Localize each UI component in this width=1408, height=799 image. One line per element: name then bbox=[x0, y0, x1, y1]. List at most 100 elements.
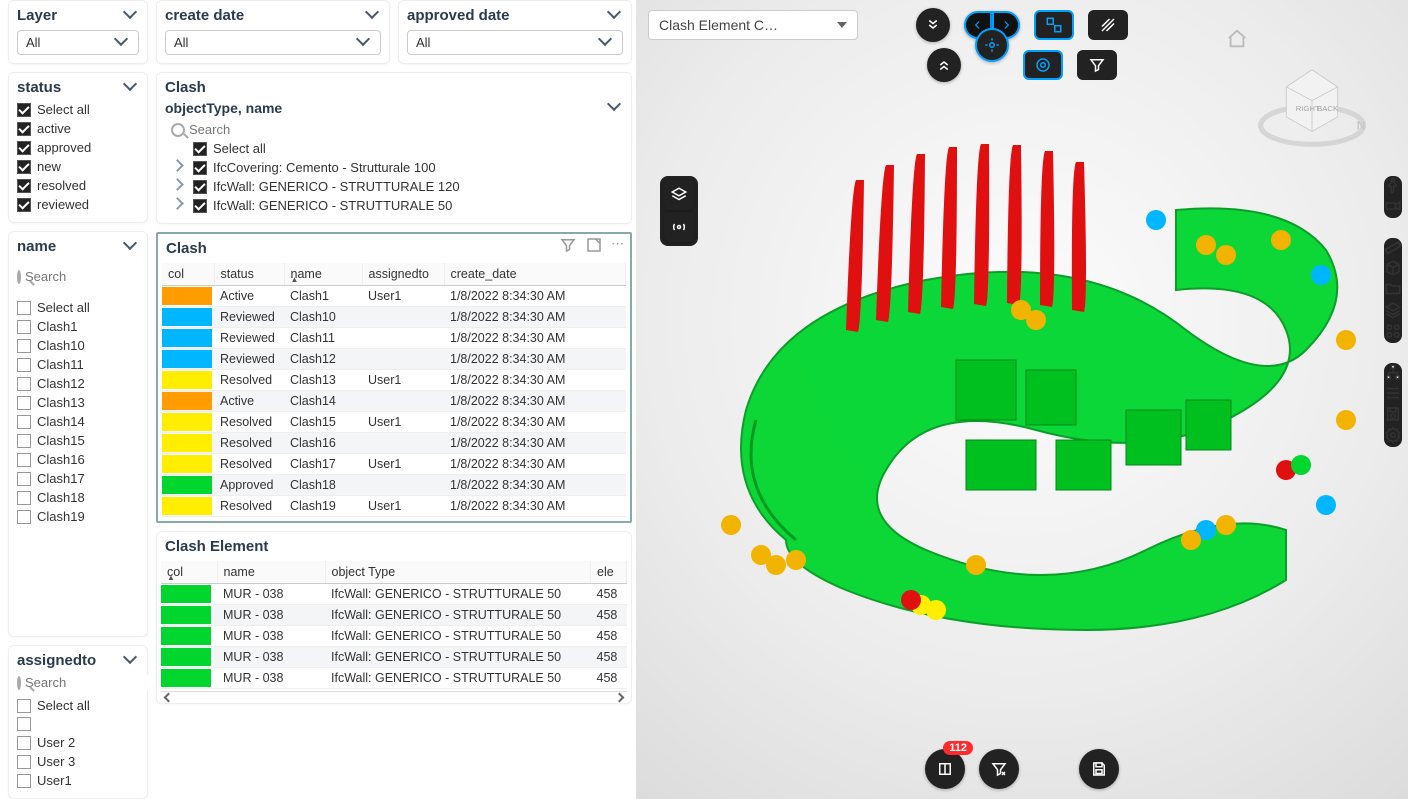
checklist-item[interactable]: Clash17 bbox=[17, 469, 139, 488]
table-row[interactable]: MUR - 038IfcWall: GENERICO - STRUTTURALE… bbox=[161, 605, 627, 626]
checklist-item[interactable]: Clash19 bbox=[17, 507, 139, 526]
checkbox[interactable] bbox=[17, 717, 31, 731]
clash-filter-search-input[interactable] bbox=[189, 122, 623, 137]
camera-button[interactable] bbox=[1384, 197, 1402, 218]
checkbox[interactable] bbox=[17, 122, 31, 136]
chevron-right-icon[interactable] bbox=[173, 199, 187, 213]
create-date-select[interactable]: All bbox=[165, 30, 381, 55]
checklist-item[interactable]: Clash1 bbox=[17, 317, 139, 336]
column-header[interactable]: name bbox=[217, 561, 325, 584]
layer-title-row[interactable]: Layer bbox=[17, 7, 139, 24]
checkbox[interactable] bbox=[17, 415, 31, 429]
column-header[interactable]: assignedto bbox=[362, 263, 444, 286]
checkbox[interactable] bbox=[17, 510, 31, 524]
table-row[interactable]: MUR - 038IfcWall: GENERICO - STRUTTURALE… bbox=[161, 626, 627, 647]
approved-date-select[interactable]: All bbox=[407, 30, 623, 55]
filter-button[interactable] bbox=[1077, 50, 1117, 80]
collapse-down-button[interactable] bbox=[916, 8, 950, 42]
column-header[interactable]: object Type bbox=[325, 561, 591, 584]
hatch-button[interactable] bbox=[1088, 10, 1128, 40]
checkbox[interactable] bbox=[193, 180, 207, 194]
checkbox[interactable] bbox=[193, 161, 207, 175]
table-row[interactable]: ReviewedClash111/8/2022 8:34:30 AM bbox=[162, 328, 626, 349]
save-button[interactable] bbox=[1079, 749, 1119, 789]
layer-select[interactable]: All bbox=[17, 30, 139, 55]
checkbox[interactable] bbox=[17, 774, 31, 788]
viewer-dropdown[interactable]: Clash Element C… bbox=[648, 10, 858, 40]
isolate-button[interactable] bbox=[1034, 10, 1074, 40]
home-icon[interactable] bbox=[1226, 28, 1248, 53]
checklist-item[interactable]: Clash15 bbox=[17, 431, 139, 450]
checkbox[interactable] bbox=[17, 755, 31, 769]
checklist-item[interactable]: new bbox=[17, 157, 139, 176]
clash-filter-sub-row[interactable]: objectType, name bbox=[165, 100, 623, 116]
checklist-item[interactable]: active bbox=[17, 119, 139, 138]
target-button[interactable] bbox=[1023, 50, 1063, 80]
folder-button[interactable] bbox=[1384, 280, 1402, 301]
table-row[interactable]: ResolvedClash15User11/8/2022 8:34:30 AM bbox=[162, 412, 626, 433]
checkbox[interactable] bbox=[17, 160, 31, 174]
table-row[interactable]: ResolvedClash161/8/2022 8:34:30 AM bbox=[162, 433, 626, 454]
checkbox[interactable] bbox=[17, 339, 31, 353]
approved-date-title-row[interactable]: approved date bbox=[407, 7, 623, 24]
column-header[interactable]: ele bbox=[591, 561, 627, 584]
checklist-item[interactable]: Clash10 bbox=[17, 336, 139, 355]
checklist-item[interactable]: resolved bbox=[17, 176, 139, 195]
create-date-title-row[interactable]: create date bbox=[165, 7, 381, 24]
column-header[interactable]: name▲ bbox=[284, 263, 362, 286]
chevron-right-icon[interactable] bbox=[173, 161, 187, 175]
checkbox[interactable] bbox=[193, 199, 207, 213]
table-row[interactable]: ApprovedClash181/8/2022 8:34:30 AM bbox=[162, 475, 626, 496]
tree-button[interactable] bbox=[1384, 363, 1402, 384]
table-row[interactable]: ActiveClash141/8/2022 8:34:30 AM bbox=[162, 391, 626, 412]
checkbox[interactable] bbox=[17, 141, 31, 155]
stack-button[interactable] bbox=[1384, 301, 1402, 322]
table-row[interactable]: MUR - 038IfcWall: GENERICO - STRUTTURALE… bbox=[161, 668, 627, 689]
collapse-up-button[interactable] bbox=[927, 48, 961, 82]
checkbox[interactable] bbox=[17, 198, 31, 212]
checklist-item[interactable]: Select all bbox=[17, 696, 139, 715]
scroll-left-icon[interactable] bbox=[164, 693, 174, 703]
chevron-right-icon[interactable] bbox=[173, 180, 187, 194]
table-row[interactable]: ResolvedClash19User11/8/2022 8:34:30 AM bbox=[162, 496, 626, 517]
viewer-3d[interactable]: Clash Element C… RIGHT BACK N bbox=[636, 0, 1408, 799]
column-header[interactable]: col▲ bbox=[161, 561, 217, 584]
filter-clear-button[interactable] bbox=[979, 749, 1019, 789]
walk-button[interactable] bbox=[1384, 176, 1402, 197]
checklist-item[interactable]: reviewed bbox=[17, 195, 139, 214]
assignedto-title-row[interactable]: assignedto bbox=[17, 652, 139, 669]
checklist-item[interactable]: Clash18 bbox=[17, 488, 139, 507]
checkbox[interactable] bbox=[17, 179, 31, 193]
checklist-item[interactable]: User 3 bbox=[17, 752, 139, 771]
focus-mode-icon[interactable] bbox=[585, 236, 603, 257]
checklist-item[interactable]: User1 bbox=[17, 771, 139, 790]
checklist-item[interactable]: Clash13 bbox=[17, 393, 139, 412]
checklist-item[interactable]: User 2 bbox=[17, 733, 139, 752]
table-row[interactable]: ReviewedClash121/8/2022 8:34:30 AM bbox=[162, 349, 626, 370]
tree-item[interactable]: IfcCovering: Cemento - Strutturale 100 bbox=[165, 158, 623, 177]
checkbox[interactable] bbox=[17, 453, 31, 467]
checkbox[interactable] bbox=[17, 377, 31, 391]
assignedto-search-input[interactable] bbox=[25, 675, 152, 690]
issues-button[interactable]: 112 bbox=[925, 749, 965, 789]
table-row[interactable]: ActiveClash1User11/8/2022 8:34:30 AM bbox=[162, 286, 626, 307]
checklist-item[interactable]: Select all bbox=[17, 100, 139, 119]
checkbox[interactable] bbox=[17, 358, 31, 372]
checklist-item[interactable]: approved bbox=[17, 138, 139, 157]
name-title-row[interactable]: name bbox=[17, 238, 139, 255]
column-header[interactable]: create_date bbox=[444, 263, 626, 286]
table-row[interactable]: ResolvedClash17User11/8/2022 8:34:30 AM bbox=[162, 454, 626, 475]
checkbox[interactable] bbox=[17, 699, 31, 713]
element-table-scrollbar[interactable] bbox=[161, 691, 627, 703]
checklist-item[interactable]: Clash12 bbox=[17, 374, 139, 393]
checkbox[interactable] bbox=[17, 320, 31, 334]
save-view-button[interactable] bbox=[1384, 405, 1402, 426]
locate-button[interactable] bbox=[975, 28, 1009, 62]
checkbox[interactable] bbox=[17, 736, 31, 750]
checkbox[interactable] bbox=[17, 396, 31, 410]
checkbox[interactable] bbox=[193, 142, 207, 156]
tree-item[interactable]: IfcWall: GENERICO - STRUTTURALE 50 bbox=[165, 196, 623, 215]
measure-button[interactable] bbox=[1384, 238, 1402, 259]
more-icon[interactable]: ⋯ bbox=[611, 236, 624, 257]
filter-icon[interactable] bbox=[559, 236, 577, 257]
